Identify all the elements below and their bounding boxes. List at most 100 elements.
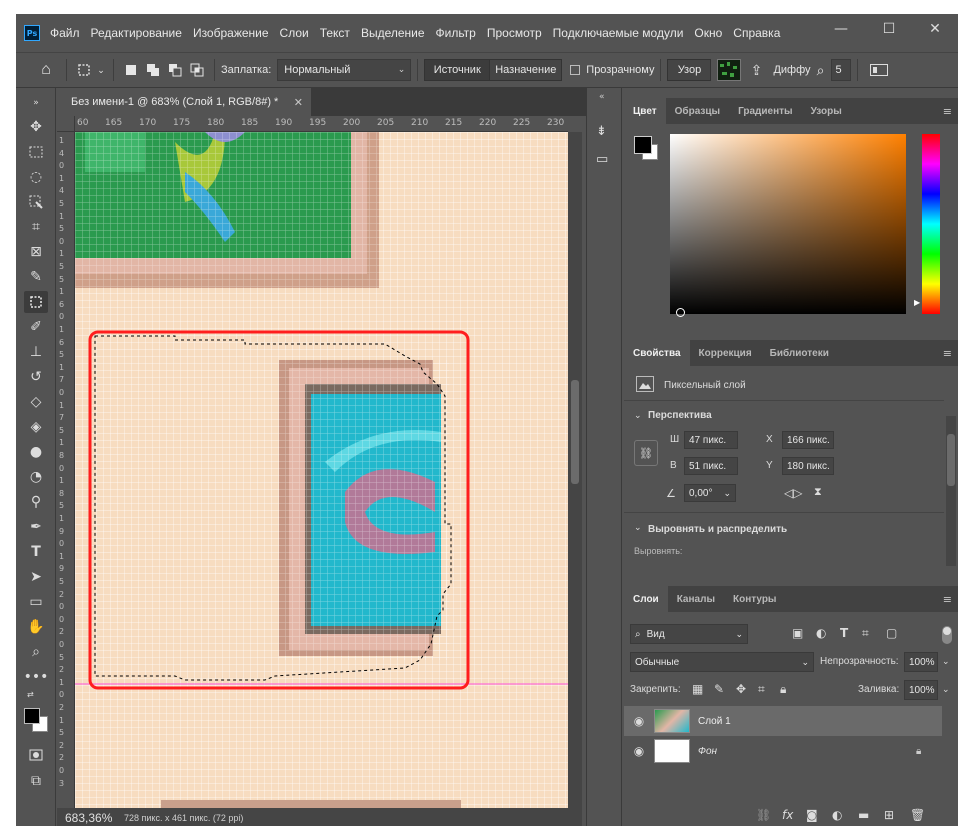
history-brush-tool-icon[interactable]: ↺: [24, 366, 48, 388]
history-panel-icon[interactable]: ⇟: [596, 124, 607, 139]
intersect-selection-icon[interactable]: [186, 59, 208, 81]
scrollbar-thumb[interactable]: [571, 380, 579, 484]
minimize-button[interactable]: —: [818, 14, 864, 44]
tab-layers[interactable]: Слои: [624, 586, 668, 612]
menu-help[interactable]: Справка: [733, 26, 780, 40]
scrollbar-thumb[interactable]: [947, 434, 955, 486]
close-button[interactable]: ✕: [912, 14, 958, 44]
workspace-icon[interactable]: [864, 59, 894, 81]
new-selection-icon[interactable]: [120, 59, 142, 81]
tab-paths[interactable]: Контуры: [724, 586, 785, 612]
hue-slider[interactable]: [922, 134, 940, 314]
tab-adjustments[interactable]: Коррекция: [690, 340, 761, 366]
brush-tool-icon[interactable]: ✐: [24, 316, 48, 338]
width-input[interactable]: 47 пикс.: [684, 431, 738, 449]
link-dimensions-icon[interactable]: ⛓: [634, 440, 658, 466]
layer-row-layer1[interactable]: ◉ Слой 1: [624, 706, 942, 736]
quick-mask-icon[interactable]: [24, 744, 48, 766]
foreground-swatch[interactable]: [634, 136, 652, 154]
panel-menu-icon[interactable]: ≡: [943, 105, 952, 118]
comments-panel-icon[interactable]: ▭: [596, 152, 608, 167]
source-button[interactable]: Источник: [424, 59, 491, 81]
adjustment-layer-icon[interactable]: ◐: [832, 808, 842, 822]
chevron-down-icon[interactable]: ⌄: [634, 410, 642, 421]
link-layers-icon[interactable]: ⛓: [756, 808, 771, 822]
filter-adjustment-icon[interactable]: ◐: [816, 626, 826, 640]
lock-all-icon[interactable]: 🔒︎: [780, 682, 786, 697]
chevron-down-icon[interactable]: ⌄: [95, 59, 107, 81]
eraser-tool-icon[interactable]: ◇: [24, 391, 48, 413]
fx-icon[interactable]: fx: [782, 808, 793, 822]
tab-swatches[interactable]: Образцы: [666, 98, 729, 124]
x-input[interactable]: 166 пикс.: [782, 431, 834, 449]
chevron-down-icon[interactable]: ⌄: [942, 656, 950, 667]
tab-channels[interactable]: Каналы: [668, 586, 724, 612]
menu-plugins[interactable]: Подключаемые модули: [553, 26, 684, 40]
vertical-scrollbar[interactable]: [568, 132, 582, 808]
filter-pixel-icon[interactable]: ▣: [792, 626, 803, 640]
lock-position-icon[interactable]: ✥: [736, 682, 746, 696]
hue-slider-handle[interactable]: ▶: [914, 298, 920, 307]
panel-menu-icon[interactable]: ≡: [943, 593, 952, 606]
tab-gradients[interactable]: Градиенты: [729, 98, 802, 124]
zoom-tool-icon[interactable]: ⌕: [24, 641, 48, 663]
blur-tool-icon[interactable]: ●: [24, 441, 48, 463]
tab-patterns[interactable]: Узоры: [802, 98, 851, 124]
align-section-title[interactable]: Выровнять и распределить: [648, 524, 787, 535]
destination-button[interactable]: Назначение: [490, 59, 563, 81]
layer-filter-select[interactable]: ⌕ Вид ⌄: [630, 624, 748, 644]
vertical-ruler[interactable]: 1 4 0 1 4 5 1 5 0 1 5 5 1 6 0 1 6 5 1 7 0 1 7 5 1 8 0 1 8 5 1 9 0 1 9 5 2 0 0 2…: [57, 132, 75, 808]
menu-layers[interactable]: Слои: [280, 26, 309, 40]
fill-input[interactable]: 100%: [904, 680, 938, 700]
lock-artboard-icon[interactable]: ⌗: [758, 682, 765, 697]
rectangle-tool-icon[interactable]: ▭: [24, 591, 48, 613]
diffuse-input[interactable]: 5: [830, 59, 851, 81]
tab-properties[interactable]: Свойства: [624, 340, 690, 366]
stamp-tool-icon[interactable]: ⊥: [24, 341, 48, 363]
expand-icon[interactable]: «: [599, 92, 605, 102]
frame-tool-icon[interactable]: ⊠: [24, 241, 48, 263]
pattern-swatch[interactable]: [717, 59, 742, 81]
crop-tool-icon[interactable]: ⌗: [24, 216, 48, 238]
transparent-checkbox[interactable]: Прозрачному: [570, 59, 654, 81]
zoom-lens-tool-icon[interactable]: ⚲: [24, 491, 48, 513]
tab-libraries[interactable]: Библиотеки: [761, 340, 838, 366]
search-icon[interactable]: ⌕: [811, 59, 831, 81]
lasso-tool-icon[interactable]: ◌: [24, 166, 48, 188]
document-canvas[interactable]: [75, 132, 568, 808]
pen-tool-icon[interactable]: ✒: [24, 516, 48, 538]
delete-layer-icon[interactable]: 🗑︎: [910, 808, 925, 822]
object-selection-tool-icon[interactable]: [24, 191, 48, 213]
lock-image-icon[interactable]: ✎: [714, 682, 724, 696]
share-icon[interactable]: ⇪: [745, 59, 767, 81]
document-tab[interactable]: Без имени-1 @ 683% (Слой 1, RGB/8#) * ✕: [57, 88, 311, 116]
zoom-level[interactable]: 683,36%: [65, 811, 112, 825]
saturation-brightness-field[interactable]: [670, 134, 906, 314]
dodge-tool-icon[interactable]: ◔: [24, 466, 48, 488]
visibility-eye-icon[interactable]: ◉: [624, 714, 654, 728]
menu-file[interactable]: Файл: [50, 26, 80, 40]
flip-vertical-icon[interactable]: ⧗: [814, 486, 822, 499]
new-layer-icon[interactable]: ⊞: [884, 808, 894, 822]
visibility-eye-icon[interactable]: ◉: [624, 744, 654, 758]
more-tools-icon[interactable]: •••: [24, 666, 49, 688]
foreground-color-swatch[interactable]: [24, 708, 40, 724]
collapse-icon[interactable]: »: [24, 92, 48, 114]
layer-name[interactable]: Слой 1: [698, 716, 731, 727]
flip-horizontal-icon[interactable]: ◁▷: [784, 486, 802, 500]
tab-color[interactable]: Цвет: [624, 98, 666, 124]
layer-row-background[interactable]: ◉ Фон 🔒︎: [624, 736, 958, 766]
horizontal-ruler[interactable]: 60 165 170 175 180 185 190 195 200 205 2…: [75, 116, 568, 132]
y-input[interactable]: 180 пикс.: [782, 457, 834, 475]
menu-type[interactable]: Текст: [320, 26, 350, 40]
use-pattern-button[interactable]: Узор: [667, 59, 712, 81]
marquee-tool-icon[interactable]: [24, 141, 48, 163]
layer-name[interactable]: Фон: [698, 746, 717, 757]
menu-window[interactable]: Окно: [694, 26, 722, 40]
perspective-section-title[interactable]: Перспектива: [648, 410, 712, 421]
type-tool-icon[interactable]: T: [24, 541, 48, 563]
filter-type-icon[interactable]: T: [840, 626, 848, 640]
swap-colors-icon[interactable]: ⇄: [27, 690, 34, 699]
hand-tool-icon[interactable]: ✋: [24, 616, 48, 638]
subtract-selection-icon[interactable]: [164, 59, 186, 81]
